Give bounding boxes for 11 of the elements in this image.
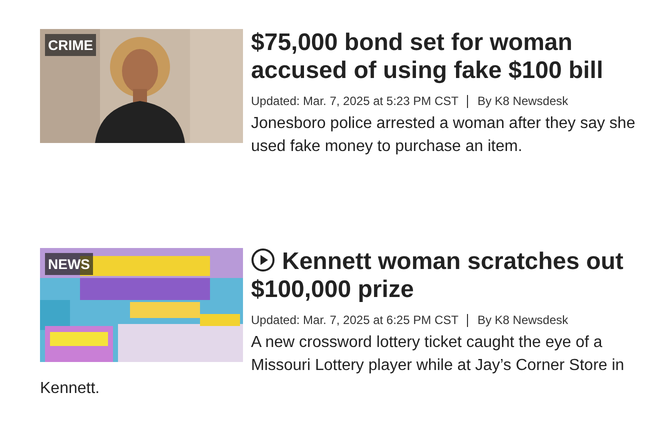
byline: By K8 Newsdesk (477, 312, 568, 328)
category-badge[interactable]: NEWS (45, 253, 93, 275)
updated-date: Updated: Mar. 7, 2025 at 5:23 PM CST (251, 93, 458, 109)
headline[interactable]: $75,000 bond set for woman accused of using fake $100 bill (251, 29, 641, 85)
article-summary: Jonesboro police arrested a woman after they say she used fake money to purchase an item. (250, 114, 636, 157)
updated-date: Updated: Mar. 7, 2025 at 6:25 PM CST (251, 312, 458, 328)
picture-frame[interactable]: NEWS (40, 248, 243, 362)
category-badge[interactable]: CRIME (45, 34, 96, 56)
picture-frame[interactable]: CRIME (40, 29, 243, 143)
byline: By K8 Newsdesk (477, 93, 568, 109)
headline[interactable]: Kennett woman scratches out $100,000 prize (251, 248, 641, 304)
